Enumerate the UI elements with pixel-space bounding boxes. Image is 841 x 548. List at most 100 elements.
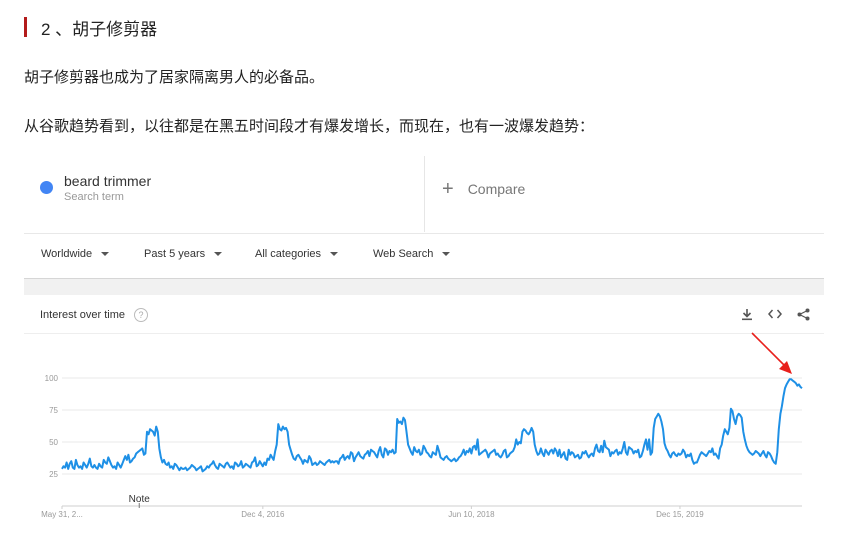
y-tick-label: 100 xyxy=(45,374,59,383)
data-point xyxy=(715,453,716,454)
data-point xyxy=(752,454,753,455)
data-point xyxy=(205,468,206,469)
data-point xyxy=(89,458,90,459)
data-point xyxy=(479,454,480,455)
data-point xyxy=(472,447,473,448)
data-point xyxy=(486,452,487,453)
data-point xyxy=(363,458,364,459)
data-point xyxy=(506,457,507,458)
data-point xyxy=(327,461,328,462)
data-point xyxy=(596,444,597,445)
data-point xyxy=(165,463,166,464)
data-point xyxy=(125,456,126,457)
data-point xyxy=(424,448,425,449)
data-point xyxy=(302,463,303,464)
data-point xyxy=(661,421,662,422)
data-point xyxy=(542,453,543,454)
data-point xyxy=(431,457,432,458)
data-point xyxy=(727,434,728,435)
data-point xyxy=(771,456,772,457)
data-point xyxy=(452,459,453,460)
data-point xyxy=(329,459,330,460)
data-point xyxy=(761,453,762,454)
data-point xyxy=(783,395,784,396)
data-point xyxy=(784,388,785,389)
data-point xyxy=(299,457,300,458)
data-point xyxy=(111,464,112,465)
data-point xyxy=(122,463,123,464)
data-point xyxy=(106,463,107,464)
data-point xyxy=(154,435,155,436)
data-point xyxy=(710,452,711,453)
data-point xyxy=(757,452,758,453)
data-point xyxy=(537,454,538,455)
data-point xyxy=(392,449,393,450)
data-point xyxy=(526,432,527,433)
data-point xyxy=(482,452,483,453)
data-point xyxy=(145,453,146,454)
data-point xyxy=(622,448,623,449)
data-point xyxy=(625,452,626,453)
data-point xyxy=(480,453,481,454)
data-point xyxy=(740,415,741,416)
data-point xyxy=(672,453,673,454)
data-point xyxy=(764,454,765,455)
data-point xyxy=(100,466,101,467)
x-tick-label: Jun 10, 2018 xyxy=(448,510,495,519)
data-point xyxy=(338,463,339,464)
data-point xyxy=(763,450,764,451)
data-point xyxy=(341,457,342,458)
data-point xyxy=(272,457,273,458)
data-point xyxy=(65,467,66,468)
data-point xyxy=(332,461,333,462)
data-point xyxy=(477,439,478,440)
data-point xyxy=(213,461,214,462)
data-point xyxy=(468,452,469,453)
data-point xyxy=(781,406,782,407)
data-point xyxy=(78,467,79,468)
data-point xyxy=(219,463,220,464)
data-point xyxy=(85,464,86,465)
data-point xyxy=(716,456,717,457)
data-point xyxy=(304,459,305,460)
data-point xyxy=(336,461,337,462)
data-point xyxy=(713,454,714,455)
data-point xyxy=(496,454,497,455)
data-point xyxy=(576,456,577,457)
data-point xyxy=(607,448,608,449)
data-point xyxy=(406,431,407,432)
data-point xyxy=(693,463,694,464)
data-point xyxy=(350,452,351,453)
data-point xyxy=(488,457,489,458)
data-point xyxy=(451,461,452,462)
data-point xyxy=(148,434,149,435)
data-point xyxy=(690,453,691,454)
data-point xyxy=(579,458,580,459)
data-point xyxy=(404,420,405,421)
data-point xyxy=(492,450,493,451)
data-point xyxy=(222,466,223,467)
data-point xyxy=(760,456,761,457)
data-point xyxy=(696,462,697,463)
x-tick-label: May 31, 2... xyxy=(41,510,83,519)
data-point xyxy=(598,450,599,451)
data-point xyxy=(196,470,197,471)
data-point xyxy=(275,450,276,451)
data-point xyxy=(723,435,724,436)
data-point xyxy=(749,452,750,453)
data-point xyxy=(395,452,396,453)
data-point xyxy=(556,450,557,451)
data-point xyxy=(656,416,657,417)
data-point xyxy=(239,464,240,465)
y-tick-label: 25 xyxy=(49,470,58,479)
data-point xyxy=(102,467,103,468)
data-point xyxy=(553,453,554,454)
data-point xyxy=(117,462,118,463)
data-point xyxy=(502,454,503,455)
data-point xyxy=(258,464,259,465)
data-point xyxy=(360,456,361,457)
data-point xyxy=(268,459,269,460)
data-point xyxy=(590,454,591,455)
data-point xyxy=(789,379,790,380)
data-point xyxy=(238,466,239,467)
